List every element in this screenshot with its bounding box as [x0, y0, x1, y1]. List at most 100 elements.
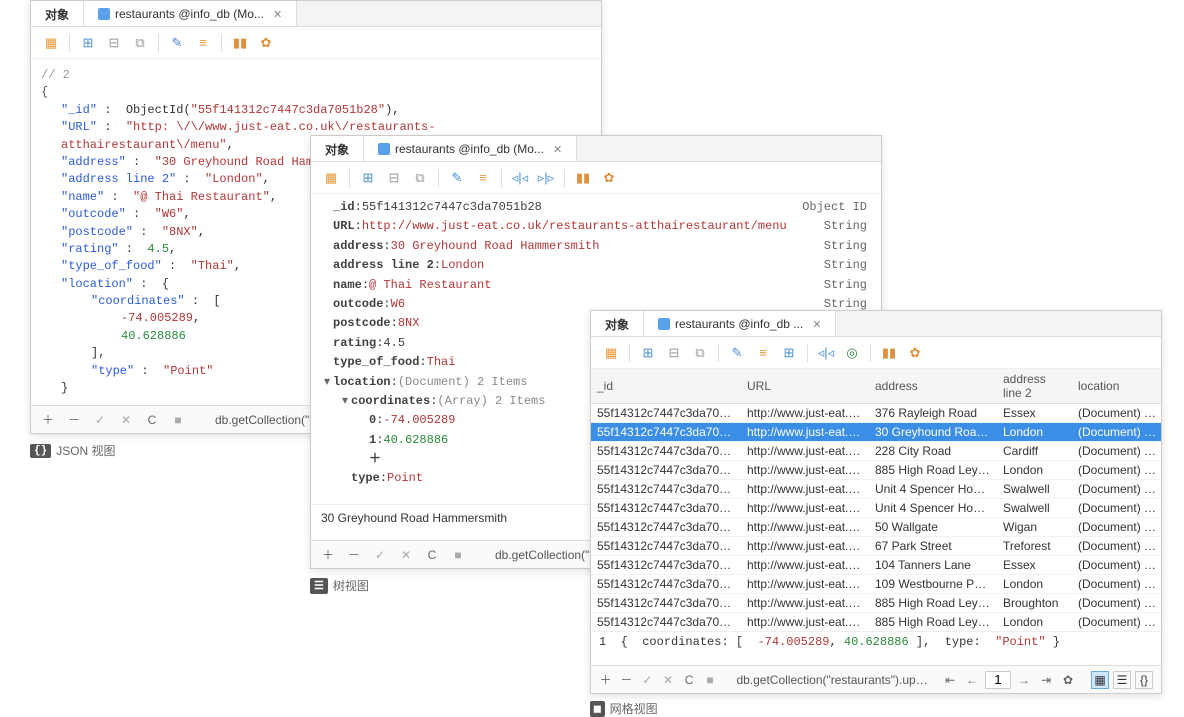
tab-data[interactable]: restaurants @info_db (Mo... ✕	[84, 1, 297, 26]
table-row[interactable]: 55f14312c7447c3da7051b2chttp://www.just-…	[591, 613, 1161, 632]
col-id[interactable]: _id	[591, 369, 741, 404]
table-row[interactable]: 55f14312c7447c3da7051b2ehttp://www.just-…	[591, 461, 1161, 480]
tab-data[interactable]: restaurants @info_db (Mo... ✕	[364, 136, 577, 161]
copy-button[interactable]: ⧉	[128, 31, 152, 55]
run-button[interactable]: ▦	[599, 341, 623, 365]
tree-view-caption: ☰ 树视图	[310, 577, 369, 594]
remove-button[interactable]: －	[345, 546, 363, 564]
next-page-button[interactable]: →	[1015, 671, 1033, 689]
commit-button[interactable]: ✓	[91, 411, 109, 429]
refresh-button[interactable]: C	[423, 546, 441, 564]
tree-view-toggle[interactable]: ☰	[1113, 671, 1131, 689]
refresh-button[interactable]: C	[143, 411, 161, 429]
tree-row[interactable]: _id : 55f141312c7447c3da7051b28Object ID	[321, 198, 871, 217]
tree-row[interactable]: URL : http://www.just-eat.co.uk/restaura…	[321, 217, 871, 236]
grid-view-toggle[interactable]: ▦	[1091, 671, 1109, 689]
delete-button[interactable]: ⊟	[102, 31, 126, 55]
status-bar: ＋ － ✓ ✕ C ■ db.getCollection("restaurant…	[591, 665, 1161, 693]
grid-body[interactable]: _id URL address address line 2 location …	[591, 369, 1161, 631]
data-grid[interactable]: _id URL address address line 2 location …	[591, 369, 1161, 631]
stop-button[interactable]: ■	[449, 546, 467, 564]
commit-button[interactable]: ✓	[641, 671, 654, 689]
remove-button[interactable]: －	[65, 411, 83, 429]
close-icon[interactable]: ✕	[553, 143, 562, 156]
table-row[interactable]: 55f14312c7447c3da7051b31http://www.just-…	[591, 537, 1161, 556]
close-icon[interactable]: ✕	[273, 8, 282, 21]
settings-icon[interactable]: ✿	[1059, 671, 1077, 689]
refresh-button[interactable]: C	[683, 671, 696, 689]
separator	[807, 344, 808, 362]
braces-icon: {}	[30, 444, 51, 458]
close-icon[interactable]: ✕	[812, 318, 821, 331]
table-row[interactable]: 55f14312c7447c3da7051b30http://www.just-…	[591, 499, 1161, 518]
last-page-button[interactable]: ⇥	[1037, 671, 1055, 689]
settings-button[interactable]: ✿	[254, 31, 278, 55]
col-al2[interactable]: address line 2	[997, 369, 1072, 404]
json-comment: // 2	[41, 67, 591, 84]
add-button[interactable]: ＋	[39, 411, 57, 429]
format-button[interactable]: ≡	[471, 166, 495, 190]
add-button[interactable]: ＋	[599, 671, 612, 689]
collapse-button[interactable]: ◃|◃	[508, 166, 532, 190]
tab-data[interactable]: restaurants @info_db ... ✕	[644, 311, 836, 336]
separator	[501, 169, 502, 187]
chart-button[interactable]: ▮▮	[877, 341, 901, 365]
stop-button[interactable]: ■	[704, 671, 717, 689]
tree-row[interactable]: name : @ Thai RestaurantString	[321, 276, 871, 295]
cancel-button[interactable]: ✕	[397, 546, 415, 564]
chart-button[interactable]: ▮▮	[228, 31, 252, 55]
format-button[interactable]: ≡	[751, 341, 775, 365]
tab-object[interactable]: 对象	[591, 311, 644, 336]
tree-row[interactable]: address line 2 : LondonString	[321, 256, 871, 275]
cancel-button[interactable]: ✕	[662, 671, 675, 689]
edit-button[interactable]: ✎	[165, 31, 189, 55]
settings-button[interactable]: ✿	[903, 341, 927, 365]
table-row[interactable]: 55f14312c7447c3da7051b32http://www.just-…	[591, 518, 1161, 537]
tab-object[interactable]: 对象	[31, 1, 84, 26]
stop-button[interactable]: ■	[169, 411, 187, 429]
edit-button[interactable]: ✎	[445, 166, 469, 190]
chart-button[interactable]: ▮▮	[571, 166, 595, 190]
cancel-button[interactable]: ✕	[117, 411, 135, 429]
format-button[interactable]: ≡	[191, 31, 215, 55]
toolbar: ▦ ⊞ ⊟ ⧉ ✎ ≡ ▮▮ ✿	[31, 27, 601, 59]
insert-button[interactable]: ⊞	[356, 166, 380, 190]
json-view-toggle[interactable]: {}	[1135, 671, 1153, 689]
delete-button[interactable]: ⊟	[382, 166, 406, 190]
page-input[interactable]	[985, 671, 1011, 689]
table-row[interactable]: 55f14312c7447c3da7051b2fhttp://www.just-…	[591, 480, 1161, 499]
first-page-button[interactable]: ⇤	[941, 671, 959, 689]
delete-button[interactable]: ⊟	[662, 341, 686, 365]
tab-data-label: restaurants @info_db (Mo...	[115, 7, 264, 21]
table-row[interactable]: 55f14312c7447c3da7051b34http://www.just-…	[591, 575, 1161, 594]
separator	[870, 344, 871, 362]
table-row[interactable]: 55f14312c7447c3da7051b2ahttp://www.just-…	[591, 594, 1161, 613]
commit-button[interactable]: ✓	[371, 546, 389, 564]
copy-button[interactable]: ⧉	[688, 341, 712, 365]
prev-page-button[interactable]: ←	[963, 671, 981, 689]
col-address[interactable]: address	[869, 369, 997, 404]
copy-button[interactable]: ⧉	[408, 166, 432, 190]
run-button[interactable]: ▦	[39, 31, 63, 55]
table-row[interactable]: 55f14312c7447c3da7051b26http://www.just-…	[591, 442, 1161, 461]
table-row[interactable]: 55f14312c7447c3da7051b28http://www.just-…	[591, 423, 1161, 442]
table-row[interactable]: 55f14312c7447c3da7051b27http://www.just-…	[591, 404, 1161, 423]
col-location[interactable]: location	[1072, 369, 1161, 404]
table-row[interactable]: 55f14312c7447c3da7051b33http://www.just-…	[591, 556, 1161, 575]
settings-button[interactable]: ✿	[597, 166, 621, 190]
add-button[interactable]: ＋	[319, 546, 337, 564]
run-button[interactable]: ▦	[319, 166, 343, 190]
grid-mode-button[interactable]: ⊞	[777, 341, 801, 365]
collapse-button[interactable]: ◃|◃	[814, 341, 838, 365]
tree-icon: ☰	[310, 578, 328, 594]
col-url[interactable]: URL	[741, 369, 869, 404]
insert-button[interactable]: ⊞	[636, 341, 660, 365]
tree-row[interactable]: address : 30 Greyhound Road HammersmithS…	[321, 237, 871, 256]
grid-view-caption: ▦ 网格视图	[590, 700, 658, 717]
edit-button[interactable]: ✎	[725, 341, 749, 365]
tab-object[interactable]: 对象	[311, 136, 364, 161]
expand-button[interactable]: ▹|▹	[534, 166, 558, 190]
remove-button[interactable]: －	[620, 671, 633, 689]
insert-button[interactable]: ⊞	[76, 31, 100, 55]
target-button[interactable]: ◎	[840, 341, 864, 365]
